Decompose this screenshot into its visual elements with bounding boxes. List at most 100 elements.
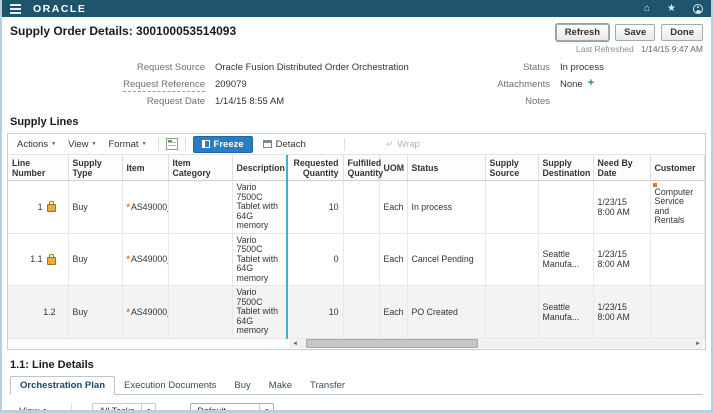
tab-orchestration-plan[interactable]: Orchestration Plan <box>10 375 115 395</box>
chevron-down-icon: ▼ <box>141 404 155 410</box>
navigator-menu-icon[interactable] <box>10 3 21 14</box>
cell-need-by-date: 1/23/15 8:00 AM <box>593 180 651 234</box>
request-reference-value: 209079 <box>215 79 247 90</box>
table-hscroll-area: ◄ ► <box>8 338 705 349</box>
wrap-icon: ↵ <box>385 138 394 149</box>
cell-supply-destination <box>538 180 594 234</box>
chevron-down-icon: ▼ <box>42 408 48 413</box>
col-item[interactable]: Item <box>122 155 169 181</box>
cell-supply-type: Buy <box>68 285 123 339</box>
customer-text: Computer Service and Rentals <box>654 186 694 226</box>
cell-line: 1.1 <box>8 233 69 286</box>
supply-lines-table: Actions ▼ View ▼ Format ▼ Freeze Detach ↵ Wr… <box>7 133 706 350</box>
scroll-right-icon[interactable]: ► <box>693 340 703 348</box>
col-supply-source[interactable]: Supply Source <box>485 155 539 181</box>
request-date-value: 1/14/15 8:55 AM <box>215 96 285 107</box>
col-item-category[interactable]: Item Category <box>168 155 233 181</box>
export-to-excel-icon[interactable] <box>165 138 178 150</box>
cell-requested-quantity: 10 <box>286 180 344 234</box>
cell-supply-source <box>485 180 539 234</box>
col-line-number[interactable]: Line Number <box>8 155 69 181</box>
col-requested-quantity[interactable]: Requested Quantity <box>286 155 344 181</box>
view-menu[interactable]: View ▼ <box>64 139 100 150</box>
horizontal-scrollbar[interactable]: ◄ ► <box>290 339 703 348</box>
table-row[interactable]: 1.2 Buy*AS49000_... Vario 7500C Tablet wit… <box>8 285 705 339</box>
page-title: Supply Order Details: 300100053514093 <box>10 24 237 38</box>
tab-buy[interactable]: Buy <box>225 377 259 394</box>
cell-requested-quantity: 0 <box>286 233 344 286</box>
supply-lines-body: 1 Buy*AS49000_... Vario 7500C Tablet with … <box>8 180 705 339</box>
cell-fulfilled-quantity <box>343 180 380 234</box>
home-icon[interactable]: ⌂ <box>644 3 650 14</box>
col-customer[interactable]: Customer <box>650 155 705 181</box>
cell-supply-source <box>485 285 539 339</box>
actions-menu[interactable]: Actions ▼ <box>13 139 60 150</box>
request-date-label: Request Date <box>146 96 205 107</box>
chevron-down-icon: ▼ <box>51 141 57 147</box>
tasks-filter-select[interactable]: All Tasks ▼ <box>92 403 157 410</box>
status-label: Status <box>523 62 550 73</box>
lock-icon <box>46 253 56 265</box>
gantt-view-menu[interactable]: View ▼ <box>15 406 51 413</box>
cell-description: Vario 7500C Tablet with 64G memory <box>232 285 288 339</box>
last-refreshed-value: 1/14/15 9:47 AM <box>641 44 703 54</box>
col-description[interactable]: Description <box>232 155 288 181</box>
cell-item: *AS49000_... <box>122 285 169 339</box>
table-row[interactable]: 1.1 Buy*AS49000_... Vario 7500C Tablet wit… <box>8 233 705 286</box>
freeze-icon <box>201 140 210 148</box>
save-button[interactable]: Save <box>615 24 656 41</box>
status-value: In process <box>560 62 604 73</box>
cell-supply-destination: Seattle Manufa... <box>538 285 594 339</box>
line-details-tabs: Orchestration Plan Execution Documents Buy… <box>10 375 703 395</box>
done-button[interactable]: Done <box>661 24 703 41</box>
favorites-star-icon[interactable]: ★ <box>667 3 676 14</box>
user-icon[interactable] <box>693 3 703 14</box>
required-icon: * <box>126 254 130 265</box>
cell-status: In process <box>407 180 486 234</box>
cell-item-category <box>168 233 233 286</box>
col-supply-destination[interactable]: Supply Destination <box>538 155 594 181</box>
detach-button[interactable]: Detach <box>257 137 312 152</box>
wrap-button[interactable]: ↵ Wrap <box>380 137 426 152</box>
cell-status: Cancel Pending <box>407 233 486 286</box>
col-uom[interactable]: UOM <box>379 155 408 181</box>
freeze-button[interactable]: Freeze <box>192 135 253 153</box>
col-supply-type[interactable]: Supply Type <box>68 155 123 181</box>
tab-make[interactable]: Make <box>260 377 301 394</box>
col-fulfilled-quantity[interactable]: Fulfilled Quantity <box>343 155 383 181</box>
cell-customer: Computer Service and Rentals <box>650 180 705 234</box>
supply-lines-title: Supply Lines <box>10 116 79 128</box>
cell-item-category <box>168 180 233 234</box>
cell-uom: Each <box>379 285 408 339</box>
cell-description: Vario 7500C Tablet with 64G memory <box>232 233 288 286</box>
tab-execution-documents[interactable]: Execution Documents <box>115 377 225 394</box>
cell-item: *AS49000_... <box>122 233 169 286</box>
refresh-button[interactable]: Refresh <box>555 24 610 41</box>
last-refreshed-label: Last Refreshed <box>576 44 634 54</box>
zoom-level-select[interactable]: Default ▼ <box>190 403 275 410</box>
lock-icon <box>46 201 56 213</box>
col-need-by-date[interactable]: Need By Date <box>593 155 651 181</box>
cell-item-category <box>168 285 233 339</box>
supply-lines-toolbar: Actions ▼ View ▼ Format ▼ Freeze Detach ↵ Wr… <box>8 134 705 155</box>
scrollbar-thumb[interactable] <box>305 339 478 348</box>
chevron-down-icon: ▼ <box>91 141 97 147</box>
format-menu[interactable]: Format ▼ <box>104 139 150 150</box>
line-number: 1 <box>37 201 43 212</box>
line-details-title: 1.1: Line Details <box>10 358 94 371</box>
required-icon: * <box>126 306 130 317</box>
cell-line: 1 <box>8 180 69 234</box>
scroll-left-icon[interactable]: ◄ <box>290 340 300 348</box>
cell-customer <box>650 285 705 339</box>
chevron-down-icon: ▼ <box>141 141 147 147</box>
col-status[interactable]: Status <box>407 155 486 181</box>
add-attachment-icon[interactable]: + <box>588 78 594 89</box>
required-icon: * <box>126 201 130 212</box>
orchestration-controls: View ▼ All Tasks ▼ Default ▼ <box>15 403 711 413</box>
tab-transfer[interactable]: Transfer <box>301 377 354 394</box>
cell-description: Vario 7500C Tablet with 64G memory <box>232 180 288 234</box>
table-row[interactable]: 1 Buy*AS49000_... Vario 7500C Tablet with … <box>8 180 705 234</box>
line-number: 1.1 <box>30 254 43 265</box>
cell-supply-source <box>485 233 539 286</box>
notes-label: Notes <box>525 96 550 107</box>
